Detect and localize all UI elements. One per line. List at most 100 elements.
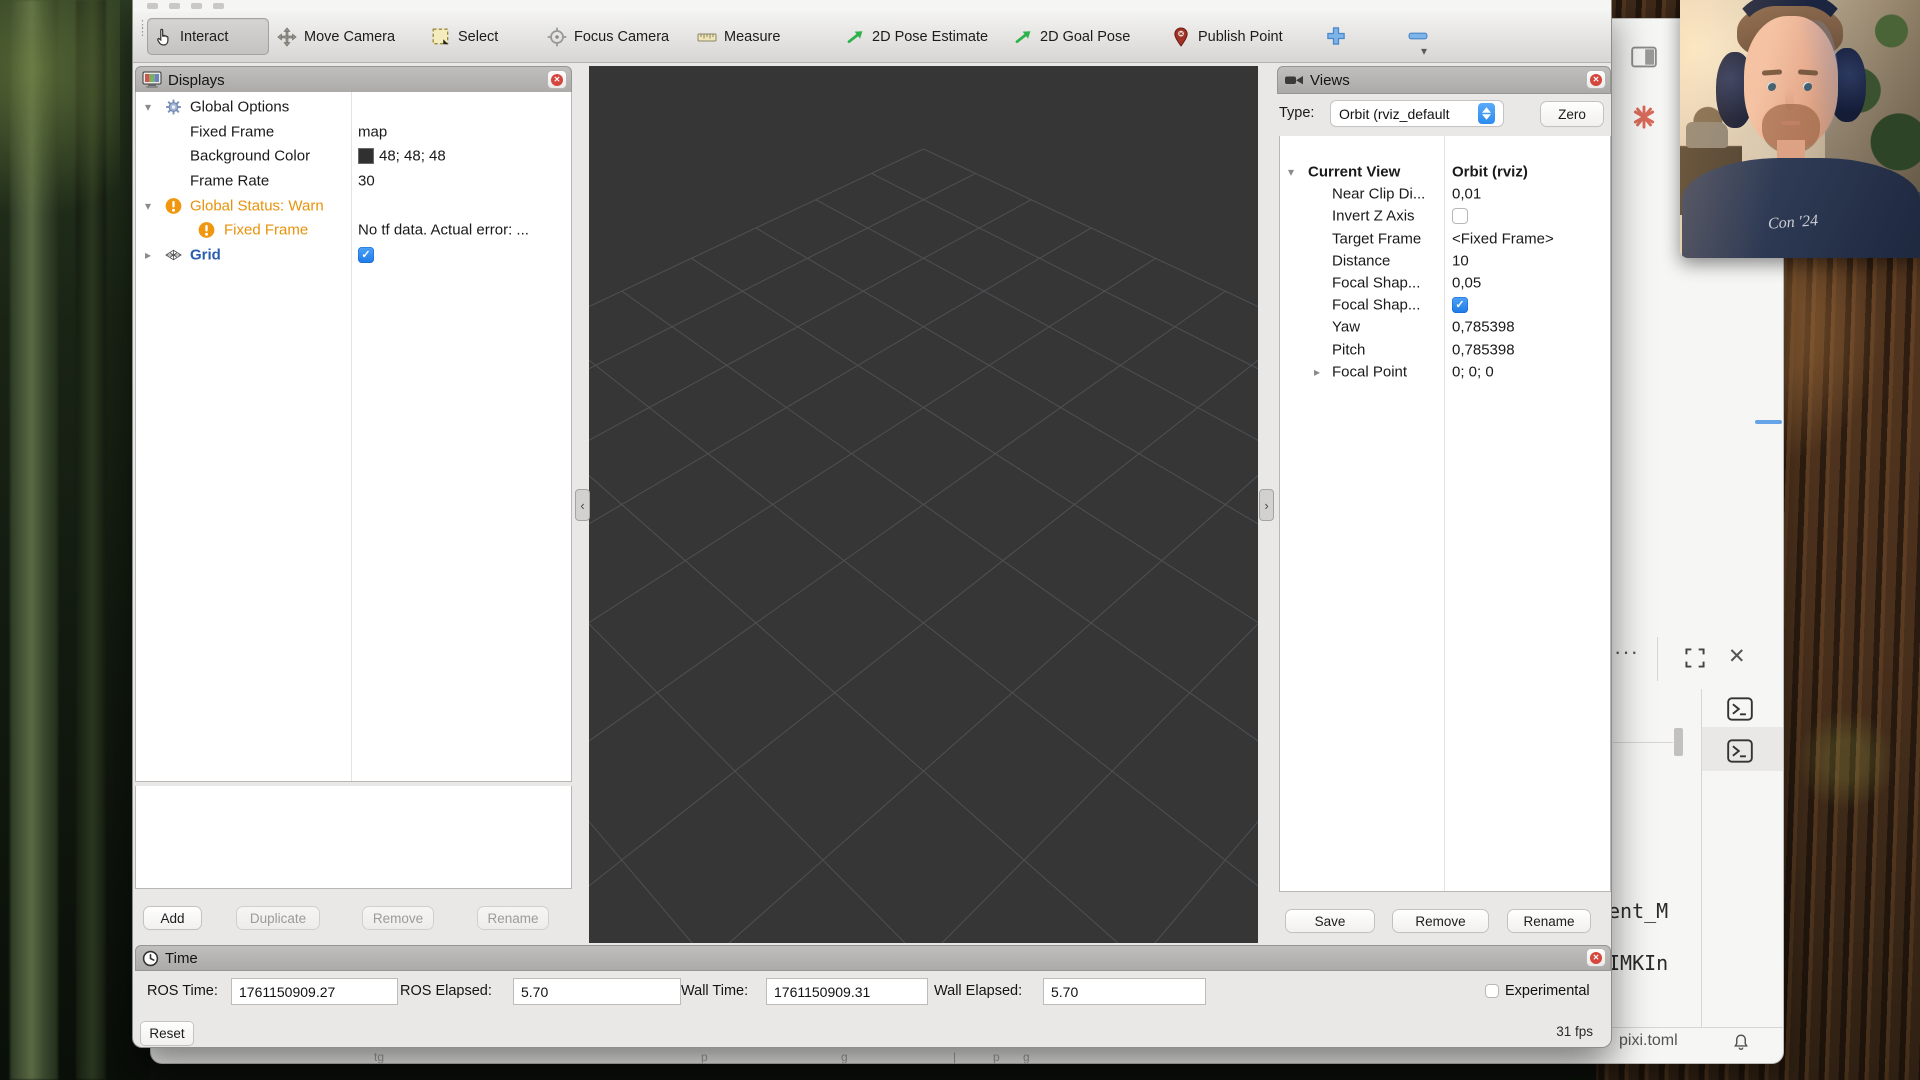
save-view-button[interactable]: Save xyxy=(1286,910,1374,932)
view-property-row[interactable]: Focal Shap... ✓ xyxy=(1280,294,1610,316)
tool-label: Focus Camera xyxy=(574,29,669,45)
view-property-row[interactable]: Invert Z Axis xyxy=(1280,205,1610,227)
tree-row[interactable]: Fixed FrameNo tf data. Actual error: ... xyxy=(136,218,571,243)
time-field-input[interactable]: 5.70 xyxy=(513,978,681,1005)
displays-panel-header[interactable]: Displays ✕ xyxy=(135,66,572,94)
experimental-checkbox[interactable] xyxy=(1485,984,1499,998)
view-property-row[interactable]: Yaw0,785398 xyxy=(1280,316,1610,338)
code-fragment: IMKIn xyxy=(1608,951,1668,975)
warn-icon xyxy=(165,197,182,214)
breadcrumb-fragment: tg xyxy=(374,1050,384,1064)
sidebar-layout-icon[interactable] xyxy=(1631,46,1657,68)
remove-view-button[interactable]: Remove xyxy=(1393,910,1488,932)
time-panel-header[interactable]: Time ✕ xyxy=(135,945,1611,971)
enabled-checkbox[interactable]: ✓ xyxy=(358,247,374,263)
warn-icon xyxy=(198,222,215,239)
views-close-button[interactable]: ✕ xyxy=(1587,71,1605,88)
view-type-dropdown[interactable]: Orbit (rviz_default xyxy=(1331,101,1503,126)
tool-publish-point[interactable]: Publish Point xyxy=(1165,18,1291,55)
experimental-label: Experimental xyxy=(1505,983,1590,999)
view-property-label: Focal Point xyxy=(1332,363,1407,380)
tool-focus-camera[interactable]: Focus Camera xyxy=(541,18,681,55)
scrollbar-thumb[interactable] xyxy=(1674,728,1683,756)
hide-left-panel-chevron[interactable]: ‹ xyxy=(575,489,590,521)
expander-right-icon[interactable]: ▸ xyxy=(1314,365,1320,379)
expander-down-icon[interactable]: ▾ xyxy=(145,199,151,213)
time-close-button[interactable]: ✕ xyxy=(1587,949,1605,966)
tool-2d-goal-pose[interactable]: 2D Goal Pose xyxy=(1007,18,1137,55)
views-panel-header[interactable]: Views ✕ xyxy=(1277,66,1611,94)
measure-icon xyxy=(697,27,717,47)
hide-right-panel-chevron[interactable]: › xyxy=(1259,489,1274,521)
time-field-input[interactable]: 1761150909.27 xyxy=(231,978,398,1005)
titlebar-mark xyxy=(147,3,158,9)
tree-row[interactable]: ▾Global Status: Warn xyxy=(136,193,571,218)
expander-right-icon[interactable]: ▸ xyxy=(145,248,151,262)
titlebar-mark xyxy=(191,3,202,9)
view-property-checkbox[interactable] xyxy=(1452,208,1468,224)
toolbar-overflow-chevron-icon[interactable]: ▾ xyxy=(1421,44,1427,58)
tree-label: Fixed Frame xyxy=(190,123,274,140)
tool-measure[interactable]: Measure xyxy=(691,18,801,55)
tree-value: 30 xyxy=(358,173,375,190)
view-type-value: Orbit (rviz_default xyxy=(1331,106,1478,122)
view-property-label: Focal Shap... xyxy=(1332,297,1420,314)
breadcrumb-fragment: p xyxy=(701,1050,708,1064)
time-field-input[interactable]: 1761150909.31 xyxy=(766,978,928,1005)
view-property-value: 0,01 xyxy=(1452,186,1481,203)
statusbar-filename[interactable]: pixi.toml xyxy=(1619,1032,1678,1050)
view-property-value: 0; 0; 0 xyxy=(1452,363,1494,380)
tool-label: Select xyxy=(458,29,498,45)
tool-remove-tool[interactable] xyxy=(1399,22,1437,50)
tree-row[interactable]: Background Color48; 48; 48 xyxy=(136,144,571,169)
monitor-icon xyxy=(142,71,162,89)
maximize-panel-icon[interactable] xyxy=(1684,647,1706,669)
tool-move-camera[interactable]: Move Camera xyxy=(271,18,408,55)
view-property-row[interactable]: Focal Shap...0,05 xyxy=(1280,272,1610,294)
3d-viewport[interactable] xyxy=(589,66,1258,943)
view-property-row[interactable]: ▸ Focal Point 0; 0; 0 xyxy=(1280,361,1610,383)
tree-row[interactable]: Frame Rate30 xyxy=(136,169,571,194)
tool-2d-pose-estimate[interactable]: 2D Pose Estimate xyxy=(839,18,985,55)
bell-icon[interactable] xyxy=(1732,1033,1750,1051)
tree-row[interactable]: Fixed Framemap xyxy=(136,120,571,145)
view-property-row[interactable]: Pitch0,785398 xyxy=(1280,339,1610,361)
close-panel-icon[interactable]: ✕ xyxy=(1728,644,1746,669)
zero-button[interactable]: Zero xyxy=(1541,102,1603,126)
tool-select[interactable]: Select xyxy=(425,18,522,55)
panel-divider xyxy=(1657,637,1658,681)
view-type-label: Type: xyxy=(1279,105,1314,121)
view-property-row[interactable]: Near Clip Di...0,01 xyxy=(1280,183,1610,205)
terminal-icon[interactable] xyxy=(1727,739,1753,763)
view-property-value: <Fixed Frame> xyxy=(1452,230,1554,247)
more-actions-icon[interactable]: ··· xyxy=(1614,639,1639,665)
statusbar-divider xyxy=(1609,1027,1783,1028)
view-property-row[interactable]: ▾ Current View Orbit (rviz) xyxy=(1280,161,1610,183)
rename-view-button[interactable]: Rename xyxy=(1508,910,1590,932)
tool-add-tool[interactable] xyxy=(1317,22,1355,50)
view-property-checkbox[interactable]: ✓ xyxy=(1452,297,1468,313)
views-list: ▾ Current View Orbit (rviz) Near Clip Di...… xyxy=(1279,136,1611,892)
view-property-row[interactable]: Target Frame<Fixed Frame> xyxy=(1280,228,1610,250)
displays-lower-area xyxy=(135,786,572,889)
tool-interact[interactable]: Interact xyxy=(147,18,269,55)
window-titlebar[interactable] xyxy=(133,0,1611,12)
tree-row[interactable]: ▸Grid✓ xyxy=(136,243,571,268)
tree-row[interactable]: ▾Global Options xyxy=(136,95,571,120)
warm-light-overlay xyxy=(1680,0,1920,258)
add-display-button[interactable]: Add xyxy=(144,907,201,929)
view-property-value: Orbit (rviz) xyxy=(1452,164,1528,181)
rviz-toolbar: ⋮⋮ InteractMove CameraSelectFocus Camera… xyxy=(133,12,1611,63)
time-field-label: Wall Elapsed: xyxy=(934,983,1022,999)
reset-button[interactable]: Reset xyxy=(141,1022,193,1045)
view-property-row[interactable]: Distance10 xyxy=(1280,250,1610,272)
extension-asterisk-icon[interactable] xyxy=(1631,104,1657,130)
tool-label: Publish Point xyxy=(1198,29,1283,45)
displays-close-button[interactable]: ✕ xyxy=(548,71,566,88)
time-field-input[interactable]: 5.70 xyxy=(1043,978,1206,1005)
expander-down-icon[interactable]: ▾ xyxy=(1288,165,1294,179)
terminal-icon[interactable] xyxy=(1727,697,1753,721)
view-property-label: Current View xyxy=(1308,164,1400,181)
expander-down-icon[interactable]: ▾ xyxy=(145,100,151,114)
tool-label: 2D Goal Pose xyxy=(1040,29,1130,45)
